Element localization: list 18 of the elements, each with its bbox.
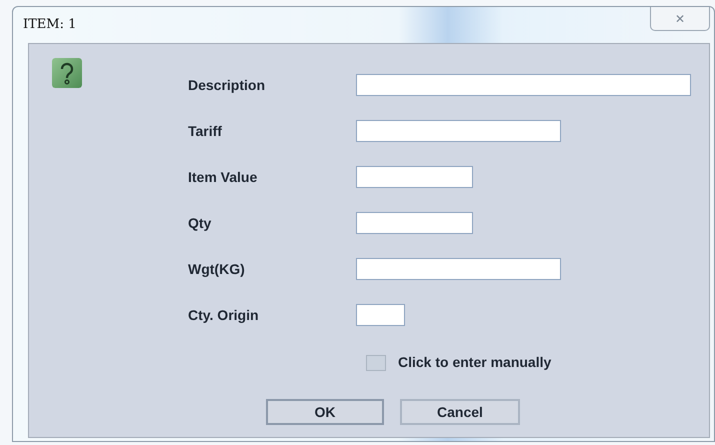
input-field[interactable] xyxy=(356,212,473,234)
question-icon xyxy=(52,58,82,88)
checkbox-label: Click to enter manually xyxy=(398,353,552,372)
field-label: Description xyxy=(188,76,266,95)
field-label: Tariff xyxy=(188,122,223,140)
input-field[interactable] xyxy=(356,166,473,188)
ok-button[interactable]: OK xyxy=(266,399,384,425)
input-field[interactable] xyxy=(356,120,561,142)
field-label: Cty. Origin xyxy=(188,306,260,325)
field-label: Wgt(KG) xyxy=(188,260,246,279)
field-label: Item Value xyxy=(188,168,258,186)
cancel-button[interactable]: Cancel xyxy=(400,399,520,425)
input-field[interactable] xyxy=(356,258,561,280)
checkbox[interactable] xyxy=(366,354,386,370)
field-label: Qty xyxy=(188,214,212,233)
window-title: ITEM: 1 xyxy=(23,16,76,34)
input-field[interactable] xyxy=(356,304,405,326)
input-field[interactable] xyxy=(356,74,691,96)
